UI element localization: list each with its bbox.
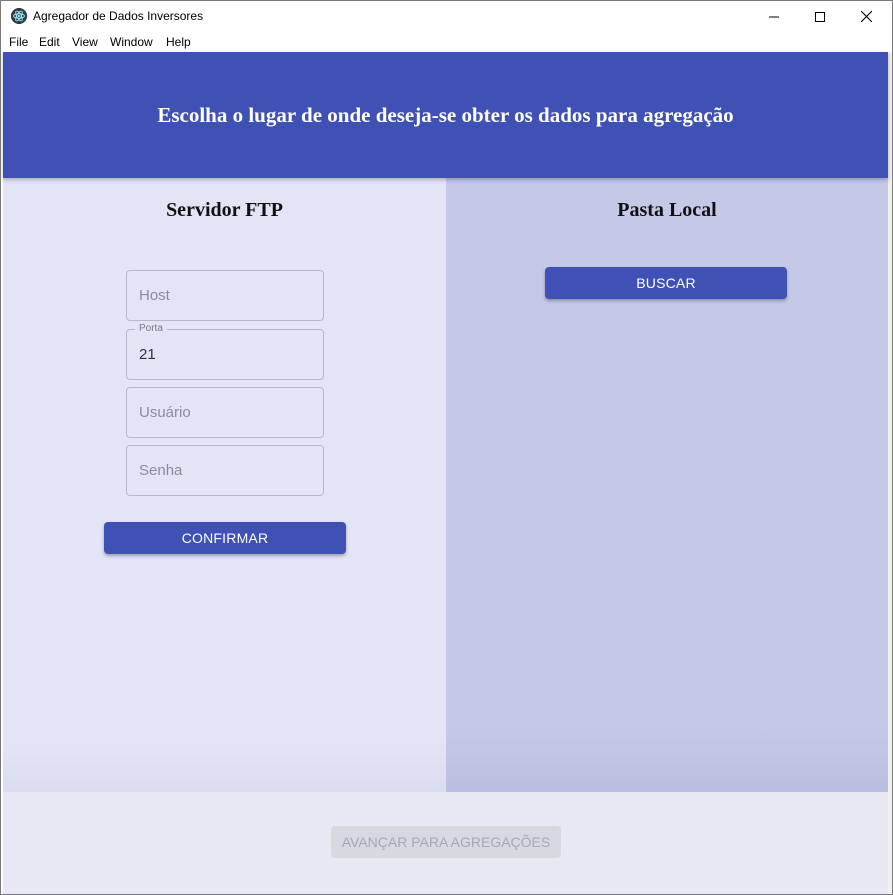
port-label: Porta <box>135 323 167 335</box>
minimize-button[interactable] <box>751 1 797 32</box>
local-folder-panel: Pasta Local BUSCAR <box>446 178 888 792</box>
close-icon <box>860 11 872 22</box>
app-window: Agregador de Dados Inversores File Edit … <box>0 0 893 895</box>
proceed-to-aggregations-button[interactable]: AVANÇAR PARA AGREGAÇÕES <box>331 826 561 858</box>
menu-view[interactable]: View <box>72 35 98 49</box>
maximize-button[interactable] <box>797 1 843 32</box>
electron-app-icon <box>11 8 27 24</box>
page-header: Escolha o lugar de onde deseja-se obter … <box>3 52 888 178</box>
username-placeholder: Usuário <box>139 404 191 421</box>
page-title: Escolha o lugar de onde deseja-se obter … <box>157 102 734 127</box>
maximize-icon <box>815 11 825 22</box>
ftp-panel-title: Servidor FTP <box>166 199 283 221</box>
window-title: Agregador de Dados Inversores <box>33 9 204 23</box>
confirm-button[interactable]: CONFIRMAR <box>104 522 346 554</box>
username-field[interactable]: Usuário <box>126 387 324 438</box>
host-field[interactable]: Host <box>126 270 324 321</box>
minimize-icon <box>769 16 779 17</box>
close-button[interactable] <box>843 1 889 32</box>
browse-button-label: BUSCAR <box>636 275 696 291</box>
local-panel-title: Pasta Local <box>617 199 717 221</box>
footer-bar: AVANÇAR PARA AGREGAÇÕES <box>3 792 888 894</box>
menu-edit[interactable]: Edit <box>39 35 60 49</box>
password-field[interactable]: Senha <box>126 445 324 496</box>
confirm-button-label: CONFIRMAR <box>181 530 269 546</box>
ftp-server-panel: Servidor FTP Host Porta 21 Usuário Senha… <box>3 178 446 792</box>
port-value: 21 <box>139 346 156 363</box>
title-bar[interactable]: Agregador de Dados Inversores <box>1 1 892 32</box>
proceed-button-label: AVANÇAR PARA AGREGAÇÕES <box>341 834 551 850</box>
window-edge <box>888 52 892 894</box>
menu-window[interactable]: Window <box>110 35 153 49</box>
menu-help[interactable]: Help <box>166 35 191 49</box>
password-placeholder: Senha <box>139 462 183 479</box>
menu-file[interactable]: File <box>9 35 28 49</box>
port-field[interactable]: Porta 21 <box>126 323 324 380</box>
menu-bar: File Edit View Window Help <box>1 32 892 52</box>
browse-button[interactable]: BUSCAR <box>545 267 787 299</box>
host-placeholder: Host <box>139 287 170 304</box>
